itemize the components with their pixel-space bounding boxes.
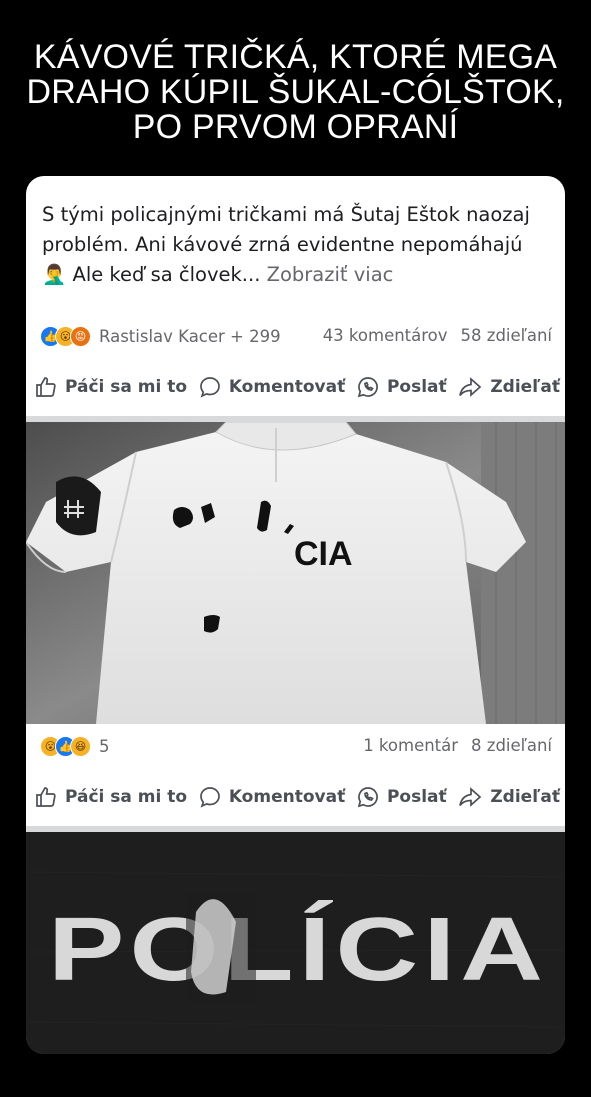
photo-stats: 😮 👍 😆 5 1 komentár 8 zdieľaní: [40, 736, 552, 762]
angry-reaction-icon: 😡: [70, 326, 91, 347]
headline: KÁVOVÉ TRIČKÁ, KTORÉ MEGA DRAHO KÚPIL ŠU…: [0, 40, 591, 145]
comment-button[interactable]: Komentovať: [198, 782, 345, 812]
photo-reaction-icons[interactable]: 😮 👍 😆: [40, 736, 91, 757]
shares-count[interactable]: 58 zdieľaní: [461, 326, 552, 345]
reactors-text[interactable]: Rastislav Kacer + 299: [99, 327, 281, 346]
comment-button[interactable]: Komentovať: [198, 372, 345, 402]
send-button[interactable]: Poslať: [356, 372, 447, 402]
share-label: Zdieľať: [490, 787, 560, 807]
shirt-image: CIA: [26, 422, 565, 724]
headline-line-1: KÁVOVÉ TRIČKÁ, KTORÉ MEGA: [33, 38, 558, 76]
broken-policia-letters: POLÍCIA: [48, 899, 548, 1000]
share-arrow-icon: [459, 787, 482, 807]
share-button[interactable]: Zdieľať: [457, 782, 560, 812]
headline-line-2: DRAHO KÚPIL ŠUKAL-CÓLŠTOK,: [26, 73, 565, 111]
share-arrow-icon: [459, 377, 482, 397]
photo-reactions-count[interactable]: 5: [99, 737, 110, 756]
post-text: S tými policajnými tričkami má Šutaj Ešt…: [42, 200, 550, 290]
police-badge: [56, 476, 101, 536]
like-button[interactable]: Páči sa mi to: [34, 372, 187, 402]
whatsapp-icon: [357, 377, 378, 398]
photo-letters[interactable]: POLÍCIA: [26, 832, 565, 1054]
see-more-link[interactable]: Zobraziť viac: [267, 263, 394, 286]
comment-icon: [199, 787, 220, 808]
share-button[interactable]: Zdieľať: [457, 372, 560, 402]
send-label: Poslať: [386, 787, 447, 807]
shirt-cia-text: CIA: [294, 535, 353, 573]
comments-count[interactable]: 43 komentárov: [323, 326, 448, 345]
photo-shares-count[interactable]: 8 zdieľaní: [471, 736, 552, 755]
comment-icon: [199, 377, 220, 398]
facebook-post-card: S tými policajnými tričkami má Šutaj Ešt…: [26, 176, 565, 1054]
reaction-icons[interactable]: 👍 😮 😡: [40, 326, 91, 347]
like-label: Páči sa mi to: [65, 787, 188, 807]
thumbs-up-icon: [36, 787, 56, 807]
letters-image: POLÍCIA: [26, 832, 565, 1054]
thumbs-up-icon: [36, 377, 56, 397]
whatsapp-icon: [357, 787, 378, 808]
headline-line-3: PO PRVOM OPRANÍ: [132, 108, 459, 146]
like-button[interactable]: Páči sa mi to: [34, 782, 187, 812]
haha-reaction-icon: 😆: [70, 736, 91, 757]
photo-shirt[interactable]: CIA: [26, 422, 565, 724]
send-label: Poslať: [386, 377, 447, 397]
share-label: Zdieľať: [490, 377, 560, 397]
action-bar: Páči sa mi to Komentovať Poslať Zdieľať: [34, 372, 560, 402]
send-button[interactable]: Poslať: [356, 782, 447, 812]
photo-action-bar: Páči sa mi to Komentovať Poslať Zdieľať: [34, 782, 560, 812]
post-stats: 👍 😮 😡 Rastislav Kacer + 299 43 komentáro…: [40, 326, 552, 352]
like-label: Páči sa mi to: [65, 377, 188, 397]
photo-comments-count[interactable]: 1 komentár: [363, 736, 458, 755]
comment-label: Komentovať: [228, 787, 346, 807]
comment-label: Komentovať: [228, 377, 346, 397]
